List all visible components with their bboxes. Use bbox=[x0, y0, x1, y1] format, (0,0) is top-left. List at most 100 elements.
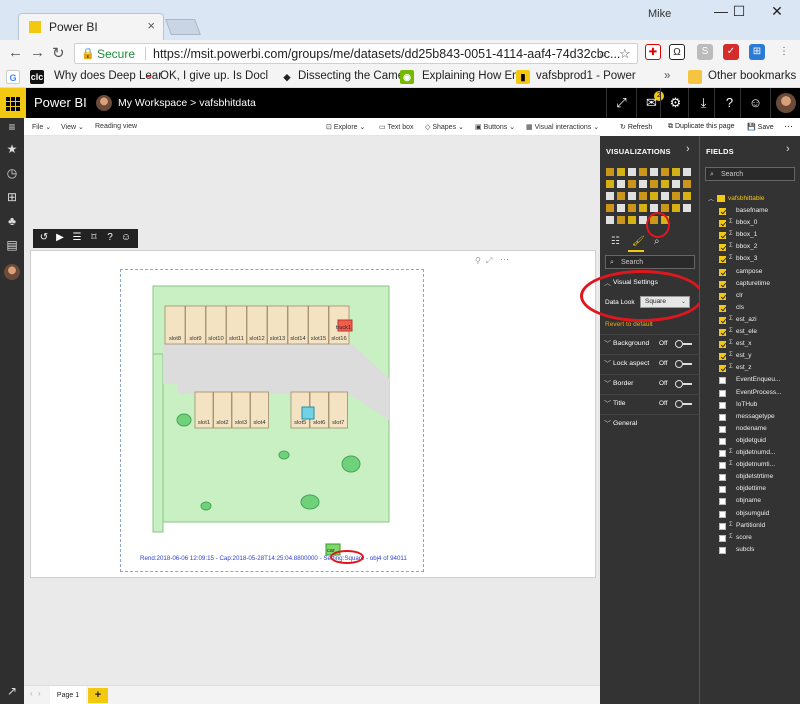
visual-type-icon[interactable] bbox=[617, 168, 625, 176]
field-item[interactable]: objsumguid bbox=[700, 509, 800, 521]
field-item[interactable]: objdetguid bbox=[700, 436, 800, 448]
field-item[interactable]: EventEnqueu... bbox=[700, 375, 800, 387]
visual-type-icon[interactable] bbox=[628, 168, 636, 176]
section-general[interactable]: ﹀ General bbox=[600, 414, 700, 434]
visual-type-icon[interactable] bbox=[683, 168, 691, 176]
collapse-visualizations-icon[interactable]: › bbox=[686, 143, 690, 155]
field-checkbox[interactable] bbox=[719, 268, 726, 276]
field-item[interactable]: EventProcess... bbox=[700, 388, 800, 400]
field-checkbox[interactable] bbox=[719, 341, 726, 349]
field-item[interactable]: Σ PartitionId bbox=[700, 521, 800, 533]
visual-type-icon[interactable] bbox=[672, 204, 680, 212]
field-checkbox[interactable] bbox=[719, 232, 726, 240]
field-checkbox[interactable] bbox=[719, 377, 726, 385]
border-toggle[interactable] bbox=[675, 380, 692, 388]
section-title[interactable]: ﹀ Title Off bbox=[600, 394, 700, 414]
next-page-icon[interactable]: › bbox=[38, 689, 41, 698]
tab-page-1[interactable]: Page 1 bbox=[50, 686, 86, 704]
visual-type-icon[interactable] bbox=[683, 204, 691, 212]
fields-search-input[interactable]: ⌕ Search bbox=[705, 167, 795, 181]
field-item[interactable]: Σbbox_0 bbox=[700, 218, 800, 230]
section-border[interactable]: ﹀ Border Off bbox=[600, 374, 700, 394]
table-node[interactable]: ︿ vafsbhittable bbox=[700, 192, 800, 206]
field-checkbox[interactable] bbox=[719, 413, 726, 421]
field-item[interactable]: Σbbox_1 bbox=[700, 230, 800, 242]
lock-aspect-toggle[interactable] bbox=[675, 360, 692, 368]
field-item[interactable]: cls bbox=[700, 303, 800, 315]
field-item[interactable]: Σbbox_3 bbox=[700, 254, 800, 266]
visual-type-icon[interactable] bbox=[617, 180, 625, 188]
visual-type-icon[interactable] bbox=[617, 204, 625, 212]
visual-type-icon[interactable] bbox=[672, 180, 680, 188]
visual-type-icon[interactable] bbox=[661, 192, 669, 200]
field-checkbox[interactable] bbox=[719, 304, 726, 312]
field-item[interactable]: Σobjdetnumd... bbox=[700, 448, 800, 460]
visual-type-icon[interactable] bbox=[672, 192, 680, 200]
visual-type-icon[interactable] bbox=[617, 216, 625, 224]
field-item[interactable]: Σobjdetnumti... bbox=[700, 460, 800, 472]
field-item[interactable]: subcls bbox=[700, 545, 800, 557]
field-checkbox[interactable] bbox=[719, 292, 726, 300]
field-item[interactable]: Σest_x bbox=[700, 339, 800, 351]
field-checkbox[interactable] bbox=[719, 280, 726, 288]
visual-type-icon[interactable] bbox=[650, 168, 658, 176]
visual-type-icon[interactable] bbox=[672, 168, 680, 176]
field-checkbox[interactable] bbox=[719, 546, 726, 554]
field-item[interactable]: clr bbox=[700, 291, 800, 303]
field-checkbox[interactable] bbox=[719, 437, 726, 445]
visual-type-icon[interactable] bbox=[661, 168, 669, 176]
visual-type-icon[interactable] bbox=[650, 192, 658, 200]
field-checkbox[interactable] bbox=[719, 534, 726, 542]
detected-object-marker[interactable] bbox=[301, 406, 315, 420]
field-checkbox[interactable] bbox=[719, 329, 726, 336]
field-item[interactable]: Σest_ele bbox=[700, 327, 800, 339]
field-checkbox[interactable] bbox=[719, 220, 726, 228]
field-checkbox[interactable] bbox=[719, 462, 726, 470]
visual-type-icon[interactable] bbox=[628, 192, 636, 200]
field-checkbox[interactable] bbox=[719, 474, 726, 482]
field-checkbox[interactable] bbox=[719, 389, 726, 397]
field-item[interactable]: nodename bbox=[700, 424, 800, 436]
field-item[interactable]: campose bbox=[700, 267, 800, 279]
fields-well-icon[interactable]: ☷ bbox=[611, 236, 620, 247]
field-checkbox[interactable] bbox=[719, 353, 726, 361]
section-lock-aspect[interactable]: ﹀ Lock aspect Off bbox=[600, 354, 700, 374]
visual-type-icon[interactable] bbox=[606, 216, 614, 224]
prev-page-icon[interactable]: ‹ bbox=[30, 689, 33, 698]
field-item[interactable]: messagetype bbox=[700, 412, 800, 424]
field-checkbox[interactable] bbox=[719, 401, 726, 409]
field-checkbox[interactable] bbox=[719, 450, 726, 457]
visual-type-icon[interactable] bbox=[628, 216, 636, 224]
field-item[interactable]: Σest_z bbox=[700, 363, 800, 375]
field-checkbox[interactable] bbox=[719, 365, 726, 373]
visual-type-icon[interactable] bbox=[661, 204, 669, 212]
visual-type-icon[interactable] bbox=[628, 204, 636, 212]
title-toggle[interactable] bbox=[675, 400, 692, 408]
field-item[interactable]: Σscore bbox=[700, 533, 800, 545]
visual-type-icon[interactable] bbox=[683, 180, 691, 188]
visual-type-icon[interactable] bbox=[650, 180, 658, 188]
visual-type-icon[interactable] bbox=[650, 204, 658, 212]
format-paint-roller-icon[interactable]: 🖌 bbox=[632, 236, 645, 247]
revert-to-default-link[interactable]: Revert to default bbox=[605, 321, 653, 328]
visual-type-icon[interactable] bbox=[606, 204, 614, 212]
visual-type-icon[interactable] bbox=[639, 192, 647, 200]
field-checkbox[interactable] bbox=[719, 316, 726, 324]
visual-type-icon[interactable] bbox=[639, 168, 647, 176]
visual-type-icon[interactable] bbox=[606, 168, 614, 176]
visual-type-icon[interactable] bbox=[661, 180, 669, 188]
section-background[interactable]: ﹀ Background Off bbox=[600, 334, 700, 354]
field-checkbox[interactable] bbox=[719, 208, 726, 215]
field-checkbox[interactable] bbox=[719, 256, 726, 264]
background-toggle[interactable] bbox=[675, 340, 692, 348]
field-item[interactable]: Σest_azi bbox=[700, 315, 800, 327]
field-checkbox[interactable] bbox=[719, 425, 726, 433]
field-checkbox[interactable] bbox=[719, 510, 726, 518]
field-checkbox[interactable] bbox=[719, 486, 726, 494]
field-checkbox[interactable] bbox=[719, 522, 726, 530]
field-item[interactable]: Σest_y bbox=[700, 351, 800, 363]
field-item[interactable]: objdetstrtime bbox=[700, 472, 800, 484]
field-item[interactable]: objname bbox=[700, 496, 800, 508]
field-item[interactable]: Σbbox_2 bbox=[700, 242, 800, 254]
visual-type-icon[interactable] bbox=[683, 192, 691, 200]
